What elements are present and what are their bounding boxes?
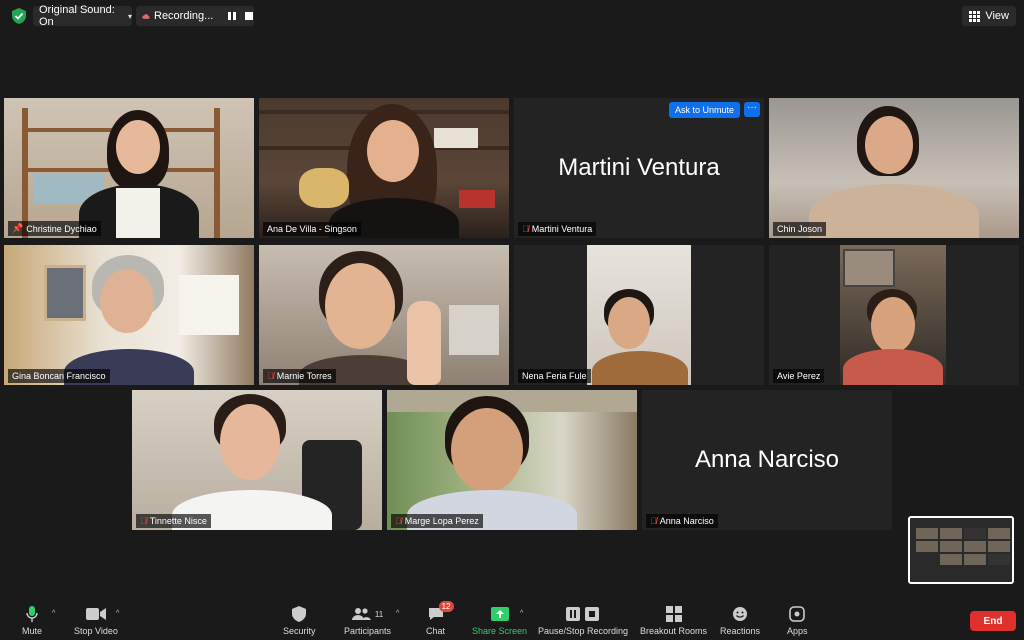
mute-label: Mute: [22, 626, 43, 636]
reactions-label: Reactions: [720, 626, 761, 636]
grid-view-icon: [969, 10, 981, 22]
participant-name: Martini Ventura: [531, 224, 593, 234]
mic-muted-icon: 🎙̸: [395, 516, 402, 526]
participant-name: Marge Lopa Perez: [404, 516, 479, 526]
stop-recording-button[interactable]: [245, 9, 254, 23]
participant-display-name: Anna Narciso: [694, 446, 840, 473]
video-tile-tinnette[interactable]: 🎙̸ Tinnette Nisce: [132, 390, 382, 530]
participant-name: Gina Boncan Francisco: [12, 371, 106, 381]
breakout-rooms-button[interactable]: Breakout Rooms: [640, 605, 707, 636]
stop-icon: [245, 12, 254, 20]
view-label: View: [985, 10, 1009, 22]
share-screen-button[interactable]: Share Screen: [472, 605, 527, 636]
recording-controls-icon: [566, 607, 600, 621]
reactions-button[interactable]: Reactions: [720, 605, 760, 636]
participant-name: Tinnette Nisce: [149, 516, 207, 526]
breakout-rooms-icon: [665, 606, 682, 622]
cloud-record-icon: [142, 13, 150, 19]
video-options-chevron-icon[interactable]: ^: [116, 610, 119, 617]
security-button[interactable]: Security: [283, 605, 316, 636]
participants-chevron-icon[interactable]: ^: [396, 610, 399, 617]
original-sound-toggle[interactable]: Original Sound: On ▾: [33, 4, 132, 28]
participant-name: Anna Narciso: [659, 516, 714, 526]
security-label: Security: [283, 626, 316, 636]
gallery-minimap-thumbnail[interactable]: [908, 516, 1014, 584]
participant-nametag: 🎙̸ Martini Ventura: [518, 222, 597, 236]
video-tile-marnie[interactable]: 🎙̸ Marnie Torres: [259, 245, 509, 385]
video-tile-anna[interactable]: Anna Narciso 🎙̸ Anna Narciso: [642, 390, 892, 530]
apps-icon: [789, 606, 806, 622]
emoji-reaction-icon: [733, 607, 748, 621]
participant-nametag: 📌 Christine Dychiao: [8, 221, 101, 236]
apps-label: Apps: [787, 626, 808, 636]
encryption-shield-icon[interactable]: [10, 7, 28, 25]
security-shield-icon: [292, 606, 307, 622]
participant-nametag: Avie Perez: [773, 369, 825, 383]
video-camera-icon: [85, 608, 106, 620]
mic-muted-icon: 🎙̸: [267, 371, 274, 381]
mic-muted-icon: 🎙̸: [650, 516, 657, 526]
audio-options-chevron-icon[interactable]: ^: [52, 610, 55, 617]
share-options-chevron-icon[interactable]: ^: [520, 610, 523, 617]
mic-muted-icon: 🎙̸: [140, 516, 147, 526]
video-tile-ana[interactable]: Ana De Villa - Singson: [259, 98, 509, 238]
video-tile-gina[interactable]: Gina Boncan Francisco: [4, 245, 254, 385]
share-screen-label: Share Screen: [472, 626, 528, 636]
pause-recording-button[interactable]: [227, 9, 236, 23]
participant-nametag: Ana De Villa - Singson: [263, 222, 361, 236]
participant-nametag: Chin Joson: [773, 222, 827, 236]
apps-button[interactable]: Apps: [787, 605, 808, 636]
original-sound-label: Original Sound: On: [39, 4, 115, 28]
participant-nametag: 🎙̸ Marnie Torres: [263, 369, 336, 383]
ask-to-unmute-button[interactable]: Ask to Unmute: [668, 102, 740, 118]
share-screen-icon: [490, 607, 509, 621]
participants-count: 11: [374, 609, 384, 619]
participant-name: Ana De Villa - Singson: [267, 224, 357, 234]
participant-nametag: 🎙̸ Anna Narciso: [646, 514, 718, 528]
breakout-rooms-label: Breakout Rooms: [640, 626, 708, 636]
participants-label: Participants: [344, 626, 392, 636]
top-bar: Original Sound: On ▾ Recording... View: [0, 0, 1024, 32]
video-tile-nena[interactable]: Nena Feria Fule: [514, 245, 764, 385]
recording-indicator: Recording...: [136, 6, 254, 26]
mute-button[interactable]: Mute: [22, 605, 42, 636]
participant-name: Marnie Torres: [276, 371, 332, 381]
microphone-icon: [26, 606, 38, 622]
video-tile-christine[interactable]: 📌 Christine Dychiao: [4, 98, 254, 238]
participant-display-name: Martini Ventura: [558, 154, 720, 181]
more-options-button[interactable]: ···: [744, 102, 760, 117]
pause-icon: [227, 12, 236, 20]
chat-label: Chat: [426, 626, 446, 636]
end-meeting-button[interactable]: End: [970, 611, 1016, 631]
participant-name: Chin Joson: [777, 224, 823, 234]
video-tile-marge[interactable]: 🎙̸ Marge Lopa Perez: [387, 390, 637, 530]
participants-button[interactable]: 11 Participants: [344, 605, 391, 636]
recording-label: Recording...: [154, 10, 214, 22]
participant-name: Christine Dychiao: [26, 223, 97, 234]
chat-unread-badge: 12: [438, 601, 454, 612]
participants-icon: [351, 608, 371, 620]
participant-name: Nena Feria Fule: [522, 371, 587, 381]
view-button[interactable]: View: [962, 6, 1016, 26]
meeting-toolbar: Mute ^ Stop Video ^ Security 11 Particip…: [0, 601, 1024, 640]
video-tile-avie[interactable]: Avie Perez: [769, 245, 1019, 385]
stop-video-label: Stop Video: [74, 626, 118, 636]
pin-icon: 📌: [12, 223, 24, 233]
participant-nametag: Gina Boncan Francisco: [8, 369, 110, 383]
recording-label: Pause/Stop Recording: [538, 626, 629, 636]
video-tile-chin[interactable]: Chin Joson: [769, 98, 1019, 238]
participant-name: Avie Perez: [777, 371, 821, 381]
video-tile-martini[interactable]: Ask to Unmute ··· Martini Ventura 🎙̸ Mar…: [514, 98, 764, 238]
chat-button[interactable]: 12 Chat: [426, 601, 454, 636]
participant-nametag: Nena Feria Fule: [518, 369, 591, 383]
mic-muted-icon: 🎙̸: [522, 224, 529, 234]
participant-nametag: 🎙̸ Tinnette Nisce: [136, 514, 211, 528]
participant-nametag: 🎙̸ Marge Lopa Perez: [391, 514, 483, 528]
pause-stop-recording-button[interactable]: Pause/Stop Recording: [538, 605, 628, 636]
stop-video-button[interactable]: Stop Video: [74, 605, 118, 636]
chevron-down-icon[interactable]: ▾: [128, 12, 132, 21]
